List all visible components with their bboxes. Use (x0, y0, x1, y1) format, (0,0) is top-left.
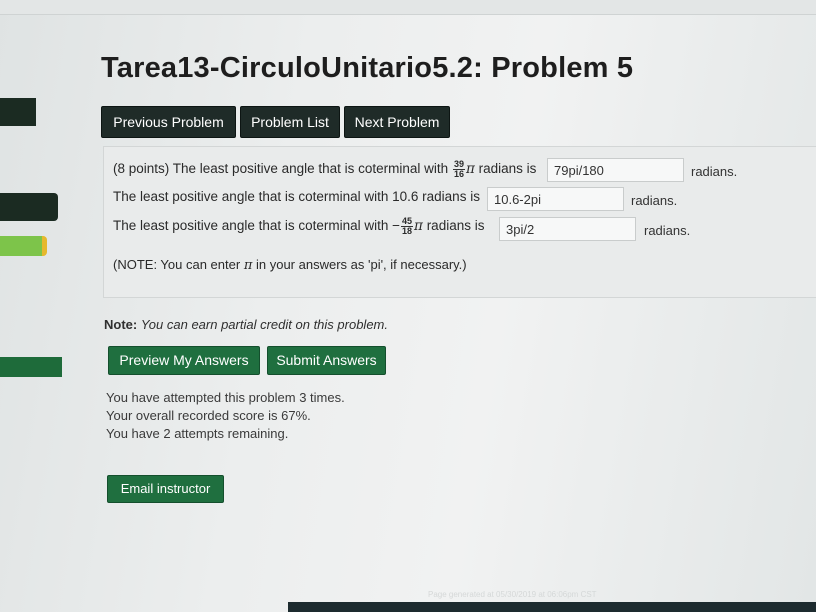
unit-3-label: radians. (644, 223, 691, 238)
fraction-39-16: 39 16 (452, 160, 465, 179)
browser-top-band (0, 0, 816, 15)
question-1-text: (8 points) The least positive angle that… (113, 161, 449, 177)
pi-symbol: π (465, 161, 475, 178)
fraction-denominator: 16 (453, 169, 464, 179)
fraction-45-18: 45 18 (401, 217, 414, 236)
note-text: You can earn partial credit on this prob… (140, 317, 388, 332)
question-3: The least positive angle that is cotermi… (113, 217, 484, 236)
fraction-denominator: 18 (402, 226, 413, 236)
attempt-status: You have attempted this problem 3 times.… (106, 389, 345, 443)
pi-symbol: π (414, 218, 423, 235)
unit-2-label: radians. (631, 193, 678, 208)
question-3-text: The least positive angle that is cotermi… (113, 218, 401, 234)
submit-answers-button[interactable]: Submit Answers (267, 346, 386, 375)
note-label: Note: (104, 317, 138, 332)
question-3-suffix: radians is (426, 218, 485, 234)
unit-1-label: radians. (691, 164, 738, 179)
partial-credit-note: Note: You can earn partial credit on thi… (104, 317, 388, 332)
sidebar-block (0, 357, 62, 377)
pi-symbol: π (243, 258, 253, 273)
screen-bottom-bar (288, 602, 816, 612)
pi-note-suffix: in your answers as 'pi', if necessary.) (255, 257, 467, 272)
pi-note: (NOTE: You can enter π in your answers a… (113, 257, 467, 273)
sidebar-progress-bar (0, 236, 47, 256)
page-title: Tarea13-CirculoUnitario5.2: Problem 5 (101, 52, 634, 84)
problem-box: (8 points) The least positive angle that… (103, 146, 816, 298)
preview-answers-button[interactable]: Preview My Answers (108, 346, 260, 375)
next-problem-button[interactable]: Next Problem (344, 106, 450, 138)
previous-problem-button[interactable]: Previous Problem (101, 106, 236, 138)
question-1: (8 points) The least positive angle that… (113, 160, 536, 179)
question-1-suffix: radians is (478, 161, 537, 177)
remaining-text: You have 2 attempts remaining. (106, 426, 289, 441)
pi-note-prefix: (NOTE: You can enter (113, 257, 241, 272)
answer-2-input[interactable]: 10.6-2pi (487, 187, 624, 211)
question-2: The least positive angle that is cotermi… (113, 189, 480, 204)
answer-1-input[interactable]: 79pi/180 (547, 158, 684, 182)
sidebar-block (0, 98, 36, 126)
email-instructor-button[interactable]: Email instructor (107, 475, 224, 503)
problem-list-button[interactable]: Problem List (240, 106, 340, 138)
answer-3-input[interactable]: 3pi/2 (499, 217, 636, 241)
sidebar-block (0, 193, 58, 221)
score-text: Your overall recorded score is 67%. (106, 408, 311, 423)
page-generated-footer: Page generated at 05/30/2019 at 06:06pm … (428, 590, 597, 599)
attempts-text: You have attempted this problem 3 times. (106, 390, 345, 405)
question-2-text: The least positive angle that is cotermi… (113, 189, 480, 204)
